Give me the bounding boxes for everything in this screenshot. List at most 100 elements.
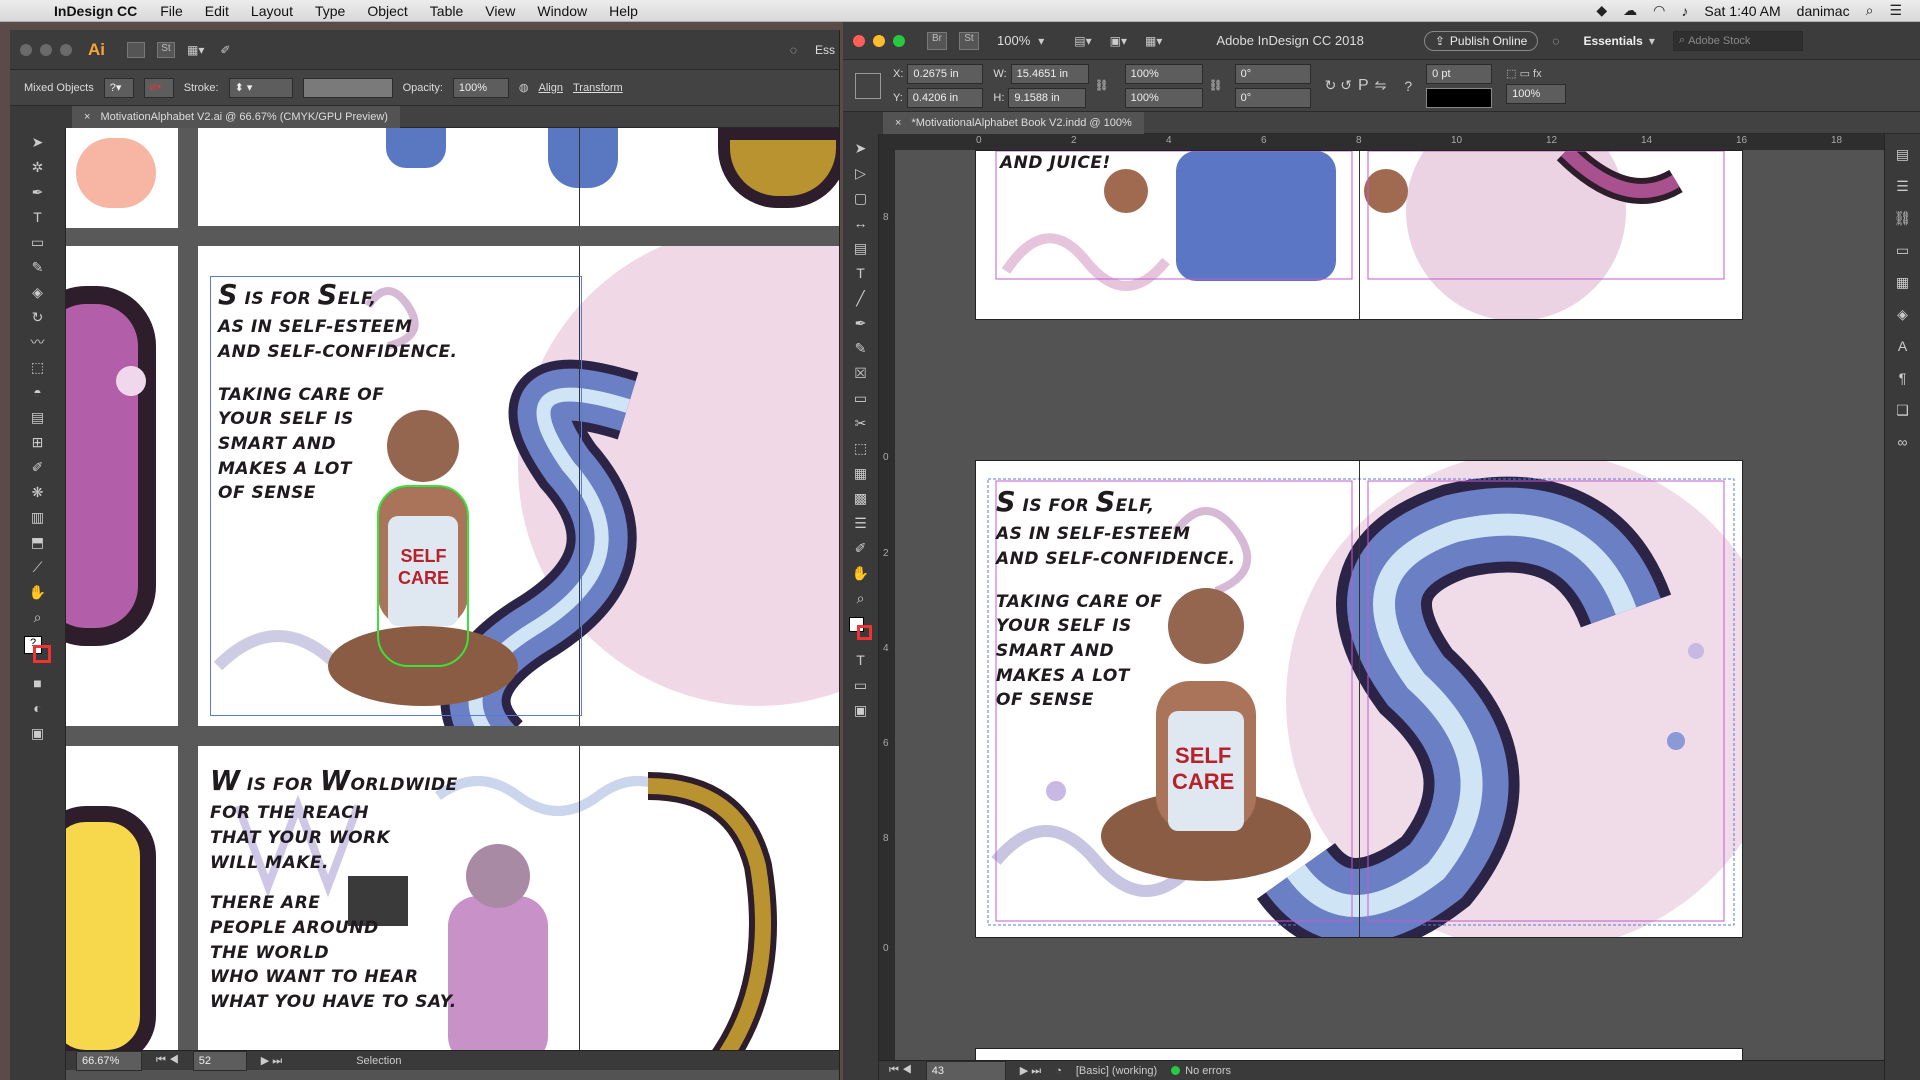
links-panel-icon[interactable]: ⛓ [1893,210,1913,230]
rectangle-tool-icon[interactable]: ▭ [27,231,49,253]
volume-icon[interactable]: ♪ [1681,3,1688,19]
bridge-icon[interactable] [127,41,145,58]
minimize-icon[interactable] [873,34,885,47]
ai-w-text-frame[interactable]: W IS FOR WORLDWIDE FOR THE REACH THAT YO… [210,762,458,1015]
stroke-weight-field[interactable]: ⬍ ▾ [228,77,293,98]
menu-window[interactable]: Window [526,3,598,19]
paragraph-styles-icon[interactable]: ¶ [1893,370,1913,390]
artboard-tool-icon[interactable]: ⬒ [27,531,49,553]
id-style-profile[interactable]: [Basic] (working) [1076,1065,1157,1077]
stroke-type-select[interactable] [1426,87,1493,108]
ai-selection-bounds[interactable] [210,276,582,716]
free-transform-icon[interactable]: ⬚ [27,356,49,378]
menu-view[interactable]: View [474,3,526,19]
draw-mode-icon[interactable]: ◐ [27,697,49,719]
shape-builder-icon[interactable]: ◓ [27,381,49,403]
ai-canvas[interactable]: S IS FOR SELF, AS IN SELF-ESTEEM AND SEL… [66,128,839,1058]
stroke-panel-icon[interactable]: ▭ [1893,242,1913,262]
magic-wand-icon[interactable]: ✲ [27,156,49,178]
close-icon[interactable] [20,43,32,56]
stock-icon[interactable]: St [959,31,979,50]
direct-selection-icon[interactable]: ▷ [850,162,872,184]
menu-edit[interactable]: Edit [194,3,240,19]
menu-type[interactable]: Type [304,3,356,19]
ai-workspace-switcher[interactable]: Ess [815,43,835,57]
warp-tool-icon[interactable]: 〰 [27,331,49,353]
id-zoom-level[interactable]: 100% [997,33,1030,48]
rotation-field[interactable]: 0° [1234,63,1311,84]
rectangle-frame-icon[interactable]: ☒ [850,362,872,384]
eyedropper-icon[interactable]: ✐ [850,537,872,559]
color-mode-icon[interactable]: ■ [27,672,49,694]
height-field[interactable]: 9.1588 in [1008,87,1087,108]
page-tool-icon[interactable]: ▢ [850,187,872,209]
minimize-icon[interactable] [40,43,52,56]
stock-icon[interactable]: St [157,41,175,58]
zoom-icon[interactable] [893,34,905,47]
flip-icon[interactable]: ⇋ [1375,77,1387,94]
note-tool-icon[interactable]: ☰ [850,512,872,534]
spotlight-icon[interactable]: ⌕ [1866,2,1874,19]
arrange-documents-icon[interactable]: ▦▾ [187,43,204,57]
mesh-tool-icon[interactable]: ⊞ [27,431,49,453]
reference-point-icon[interactable] [855,72,881,99]
shear-field[interactable]: 0° [1234,87,1311,108]
eyedropper-icon[interactable]: ✐ [27,456,49,478]
menu-file[interactable]: File [149,3,194,19]
fill-stroke-swatches[interactable]: ? [24,636,52,664]
creative-cloud-icon[interactable]: ☁ [1623,2,1637,19]
formatting-affects-icon[interactable]: T [850,649,872,671]
id-document-tab[interactable]: × *MotivationalAlphabet Book V2.indd @ 1… [883,111,1144,134]
help-icon[interactable]: ? [1404,78,1412,94]
id-workspace-switcher[interactable]: Essentials [1583,34,1642,48]
gradient-swatch-icon[interactable]: ▦ [850,462,872,484]
close-tab-icon[interactable]: × [895,117,901,129]
hyperlinks-icon[interactable]: ∞ [1893,434,1913,454]
ai-document-tab[interactable]: × MotivationAlphabet V2.ai @ 66.67% (CMY… [72,105,400,128]
zoom-icon[interactable] [60,43,72,56]
perspective-grid-icon[interactable]: ▤ [27,406,49,428]
lightbulb-icon[interactable]: ◌ [790,43,797,57]
menu-object[interactable]: Object [356,3,418,19]
notification-center-icon[interactable]: ☰ [1889,2,1902,19]
rotate-icon[interactable]: ↻ ↺ [1325,77,1352,94]
ai-zoom-field[interactable]: 66.67% [76,1050,142,1071]
rotate-tool-icon[interactable]: ↻ [27,306,49,328]
wrap-icon[interactable]: ⬚ ▭ fx [1506,67,1566,80]
scale-y-field[interactable]: 100% [1124,87,1203,108]
chevron-down-icon[interactable]: ▾ [1038,34,1044,48]
lightbulb-icon[interactable]: ◌ [1552,34,1559,48]
pen-tool-icon[interactable]: ✒ [850,312,872,334]
selection-tool-icon[interactable]: ➤ [27,131,49,153]
transform-link[interactable]: Transform [573,82,623,94]
paintbrush-icon[interactable]: ✎ [27,256,49,278]
pencil-tool-icon[interactable]: ✎ [850,337,872,359]
id-horizontal-ruler[interactable]: 0 2 4 6 8 10 12 14 16 18 [879,134,1884,150]
variable-width-field[interactable] [302,77,393,98]
fill-stroke-swatches[interactable] [848,617,873,641]
hand-tool-icon[interactable]: ✋ [27,581,49,603]
text-frame-options-icon[interactable]: P [1358,77,1369,95]
clock[interactable]: Sat 1:40 AM [1704,3,1780,19]
id-top-text[interactable]: AND JUICE! [1000,151,1111,176]
user-name[interactable]: danimac [1797,3,1850,19]
preflight-icon[interactable]: ◔ [1055,1065,1062,1077]
preflight-status[interactable]: No errors [1171,1065,1231,1077]
stroke-weight-field[interactable]: 0 pt [1426,63,1493,84]
menu-layout[interactable]: Layout [240,3,304,19]
character-panel-icon[interactable]: A [1893,338,1913,358]
symbol-sprayer-icon[interactable]: ❋ [27,481,49,503]
wifi-icon[interactable]: ◠ [1653,2,1665,19]
close-icon[interactable] [853,34,865,47]
close-tab-icon[interactable]: × [84,111,90,123]
app-menu[interactable]: InDesign CC [52,3,149,19]
next-page-icon[interactable]: ▶ ⏭ [1020,1064,1041,1078]
layers-panel-icon[interactable]: ☰ [1893,178,1913,198]
width-field[interactable]: 15.4651 in [1010,63,1089,84]
type-tool-icon[interactable]: T [27,206,49,228]
ai-artboard-number[interactable]: 52 [192,1050,247,1071]
constrain-proportions-icon[interactable]: ⛓ [1095,79,1109,92]
pages-panel-icon[interactable]: ▤ [1893,146,1913,166]
bridge-icon[interactable]: Br [927,31,947,50]
id-s-text-frame[interactable]: S IS FOR SELF, AS IN SELF-ESTEEM AND SEL… [996,483,1236,713]
